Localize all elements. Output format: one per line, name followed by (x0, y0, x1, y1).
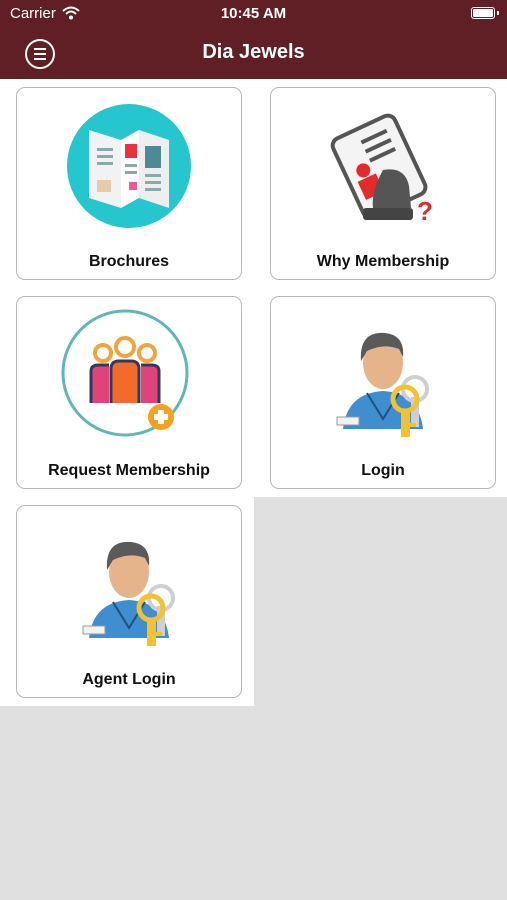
status-time: 10:45 AM (220, 5, 287, 22)
app-header: Carrier 10:45 AM Dia Jewels (0, 0, 507, 79)
status-bar: Carrier 10:45 AM (0, 0, 507, 28)
tile-cell-login: Login (254, 288, 507, 497)
group-add-icon (61, 309, 189, 437)
why-membership-label: Why Membership (316, 253, 450, 270)
membership-card-question-icon: ? (330, 113, 433, 226)
agent-login-tile[interactable]: Agent Login (16, 505, 242, 698)
battery-icon (471, 7, 495, 19)
request-membership-tile[interactable]: Request Membership (16, 296, 242, 489)
brochures-label: Brochures (88, 253, 170, 270)
brochure-icon (67, 104, 191, 228)
tile-cell-request-membership: Request Membership (0, 288, 254, 497)
agent-key-icon (82, 541, 175, 646)
page-title: Dia Jewels (202, 41, 305, 63)
tile-cell-brochures: Brochures (0, 79, 254, 288)
login-label: Login (361, 462, 405, 479)
agent-login-label: Agent Login (82, 671, 176, 688)
battery-cap (497, 11, 499, 15)
why-membership-tile[interactable]: ? Why Membership (270, 87, 496, 280)
svg-text:?: ? (417, 196, 433, 226)
tile-cell-why-membership: ? Why Membership (254, 79, 507, 288)
login-tile[interactable]: Login (270, 296, 496, 489)
menu-grid: Brochures ? Why Membership Request Membe… (0, 79, 507, 706)
user-key-icon (336, 332, 429, 437)
request-membership-label: Request Membership (48, 462, 210, 479)
tile-cell-agent-login: Agent Login (0, 497, 254, 706)
brochures-tile[interactable]: Brochures (16, 87, 242, 280)
